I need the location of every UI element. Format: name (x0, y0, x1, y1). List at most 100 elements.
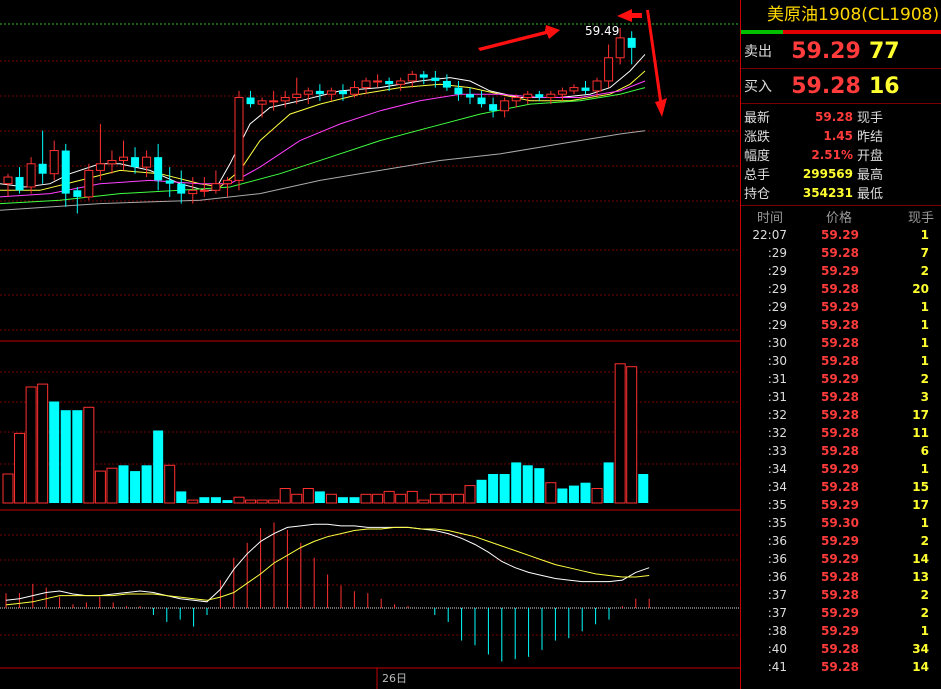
candle-body (535, 94, 544, 98)
tick-row[interactable]: :34 59.29 1 (741, 460, 941, 478)
tick-row[interactable]: :30 59.28 1 (741, 352, 941, 370)
tick-row[interactable]: :37 59.29 2 (741, 604, 941, 622)
tick-row[interactable]: :35 59.30 1 (741, 514, 941, 532)
tick-volume: 17 (912, 498, 929, 512)
volume-bar (279, 488, 291, 504)
candle-body (188, 189, 198, 195)
candle-body (119, 156, 128, 161)
candle-body (257, 100, 267, 105)
stat-row: 总手 299569 最高 (741, 164, 941, 184)
candle-body (338, 90, 347, 95)
ask-row[interactable]: 卖出 59.29 77 (741, 34, 941, 69)
volume-bar (106, 467, 118, 504)
candle-body (350, 87, 359, 95)
kline-chart-area[interactable]: 59.49 26日 (0, 0, 740, 689)
candle-body (38, 163, 47, 174)
candle-body (326, 90, 336, 95)
tick-time: :36 (767, 534, 787, 548)
candle-body (107, 159, 117, 165)
tick-row[interactable]: :36 59.28 13 (741, 568, 941, 586)
tick-row[interactable]: :34 59.28 15 (741, 478, 941, 496)
bid-volume: 16 (869, 73, 900, 99)
tick-volume: 7 (920, 246, 929, 260)
volume-bar (14, 432, 26, 504)
tick-price: 59.28 (821, 570, 859, 584)
tick-volume: 20 (912, 282, 929, 296)
volume-bar (591, 488, 603, 504)
tick-volume: 1 (920, 318, 929, 332)
volume-bar (464, 485, 476, 504)
col-price: 价格 (825, 210, 852, 226)
candle-body (303, 90, 313, 95)
candle-body (222, 179, 232, 185)
tick-list[interactable]: 22:07 59.29 1:29 59.28 7:29 59.29 2:29 59.28 20:… (741, 226, 941, 676)
volume-bar (522, 465, 533, 503)
volume-bar (406, 490, 418, 504)
tick-price: 59.28 (821, 318, 859, 332)
tick-price: 59.28 (821, 480, 859, 494)
volume-bar (118, 465, 129, 503)
tick-row[interactable]: :31 59.29 2 (741, 370, 941, 388)
red-arrow-icon (478, 25, 560, 51)
volume-bar (2, 473, 14, 504)
candle-body (489, 104, 498, 111)
bid-price: 59.28 (791, 73, 861, 99)
tick-row[interactable]: 22:07 59.29 1 (741, 226, 941, 244)
candle-body (280, 97, 290, 102)
tick-row[interactable]: :32 59.28 17 (741, 406, 941, 424)
tick-row[interactable]: :29 59.29 2 (741, 262, 941, 280)
macd-indicator (5, 522, 650, 662)
candle-body (154, 157, 163, 181)
tick-row[interactable]: :38 59.29 1 (741, 622, 941, 640)
tick-row[interactable]: :36 59.29 14 (741, 550, 941, 568)
tick-row[interactable]: :35 59.29 17 (741, 496, 941, 514)
candle-body (454, 87, 463, 95)
volume-bar (291, 493, 303, 504)
tick-row[interactable]: :36 59.29 2 (741, 532, 941, 550)
bid-label: 买入 (744, 79, 772, 95)
tick-row[interactable]: :29 59.28 1 (741, 316, 941, 334)
stat-row: 最新 59.28 现手 (741, 107, 941, 127)
bid-row[interactable]: 买入 59.28 16 (741, 69, 941, 104)
candle-body (142, 156, 152, 168)
tick-row[interactable]: :29 59.28 20 (741, 280, 941, 298)
tick-price: 59.29 (821, 462, 859, 476)
tick-volume: 2 (920, 588, 929, 602)
volume-bar (314, 491, 325, 503)
candle-body (73, 190, 82, 197)
tick-price: 59.29 (821, 228, 859, 242)
tick-time: :29 (767, 282, 787, 296)
candle-body (407, 73, 417, 82)
tick-row[interactable]: :31 59.28 3 (741, 388, 941, 406)
volume-bar (603, 462, 614, 503)
ask-price: 59.29 (791, 38, 861, 64)
tick-row[interactable]: :40 59.28 34 (741, 640, 941, 658)
candle-body (419, 74, 428, 78)
candle-body (177, 183, 186, 194)
tick-time: :29 (767, 318, 787, 332)
volume-bar (488, 474, 499, 503)
tick-row[interactable]: :41 59.28 14 (741, 658, 941, 676)
tick-price: 59.29 (821, 300, 859, 314)
tick-row[interactable]: :33 59.28 6 (741, 442, 941, 460)
candle-body (165, 180, 174, 184)
candle-body (466, 94, 474, 98)
stat-label: 总手 (744, 168, 771, 183)
tick-row[interactable]: :29 59.29 1 (741, 298, 941, 316)
tick-price: 59.28 (821, 246, 859, 260)
candle-body (315, 90, 324, 95)
stat-suffix: 最低 (857, 187, 884, 202)
stat-label: 持仓 (744, 187, 771, 202)
tick-time: :29 (767, 300, 787, 314)
volume-bar (302, 488, 314, 504)
tick-row[interactable]: :30 59.28 1 (741, 334, 941, 352)
tick-row[interactable]: :32 59.28 11 (741, 424, 941, 442)
volume-bar (199, 497, 210, 503)
tick-time: :36 (767, 570, 787, 584)
tick-row[interactable]: :37 59.28 2 (741, 586, 941, 604)
candle-body (546, 93, 556, 99)
tick-row[interactable]: :29 59.28 7 (741, 244, 941, 262)
tick-volume: 2 (920, 606, 929, 620)
red-arrow-icon (617, 9, 642, 22)
moving-average-lines (0, 54, 646, 211)
